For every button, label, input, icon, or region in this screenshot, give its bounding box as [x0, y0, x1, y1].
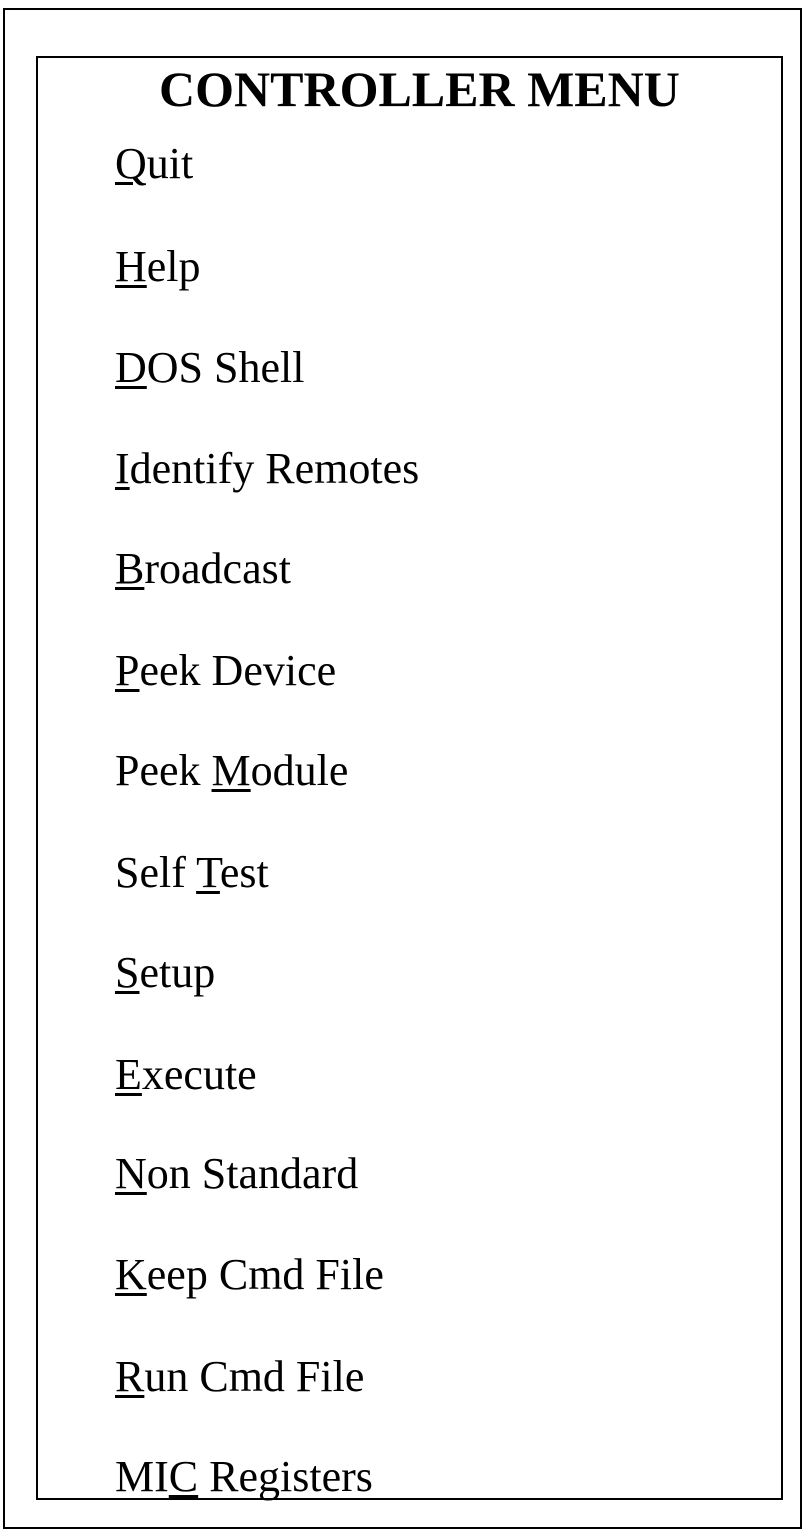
- menu-item-keep-cmd-file[interactable]: Keep Cmd File: [115, 1253, 384, 1297]
- menu-item-text: xecute: [141, 1050, 257, 1099]
- menu-item-text: Registers: [198, 1452, 373, 1501]
- menu-item-identify-remotes[interactable]: Identify Remotes: [115, 447, 419, 491]
- menu-item-quit[interactable]: Quit: [115, 142, 193, 186]
- menu-item-hotkey: Q: [115, 139, 147, 188]
- menu-item-text: OS Shell: [146, 343, 305, 392]
- menu-item-hotkey: E: [115, 1050, 142, 1099]
- menu-item-hotkey: I: [115, 444, 130, 493]
- menu-item-text: Peek: [115, 746, 212, 795]
- menu-item-text: Self: [115, 848, 197, 897]
- menu-item-mic-registers[interactable]: MIC Registers: [115, 1455, 373, 1499]
- menu-item-hotkey: S: [115, 948, 140, 997]
- menu-item-text: odule: [250, 746, 349, 795]
- menu-item-peek-device[interactable]: Peek Device: [115, 649, 336, 693]
- menu-item-broadcast[interactable]: Broadcast: [115, 547, 291, 591]
- menu-item-run-cmd-file[interactable]: Run Cmd File: [115, 1355, 364, 1399]
- menu-item-hotkey: N: [115, 1149, 147, 1198]
- menu-item-hotkey: C: [168, 1452, 199, 1501]
- menu-item-text: elp: [146, 242, 201, 291]
- menu-item-hotkey: H: [115, 242, 147, 291]
- menu-item-execute[interactable]: Execute: [115, 1053, 257, 1097]
- menu-item-text: dentify Remotes: [129, 444, 420, 493]
- menu-item-text: etup: [139, 948, 216, 997]
- menu-item-text: uit: [146, 139, 194, 188]
- menu-item-hotkey: T: [196, 848, 220, 897]
- menu-item-text: on Standard: [146, 1149, 359, 1198]
- menu-item-hotkey: B: [115, 544, 145, 593]
- menu-item-non-standard[interactable]: Non Standard: [115, 1152, 358, 1196]
- menu-item-hotkey: P: [115, 646, 140, 695]
- menu-item-text: roadcast: [144, 544, 291, 593]
- menu-item-hotkey: D: [115, 343, 147, 392]
- menu-item-text: est: [219, 848, 269, 897]
- menu-item-setup[interactable]: Setup: [115, 951, 215, 995]
- menu-item-hotkey: M: [211, 746, 251, 795]
- menu-item-hotkey: R: [115, 1352, 145, 1401]
- menu-item-text: MI: [115, 1452, 169, 1501]
- menu-item-peek-module[interactable]: Peek Module: [115, 749, 348, 793]
- menu-item-text: eep Cmd File: [146, 1250, 384, 1299]
- menu-item-text: eek Device: [139, 646, 337, 695]
- menu-item-text: un Cmd File: [144, 1352, 365, 1401]
- menu-item-self-test[interactable]: Self Test: [115, 851, 269, 895]
- menu-title: CONTROLLER MENU: [159, 61, 680, 117]
- menu-item-dos-shell[interactable]: DOS Shell: [115, 346, 304, 390]
- menu-item-help[interactable]: Help: [115, 245, 201, 289]
- menu-item-hotkey: K: [115, 1250, 147, 1299]
